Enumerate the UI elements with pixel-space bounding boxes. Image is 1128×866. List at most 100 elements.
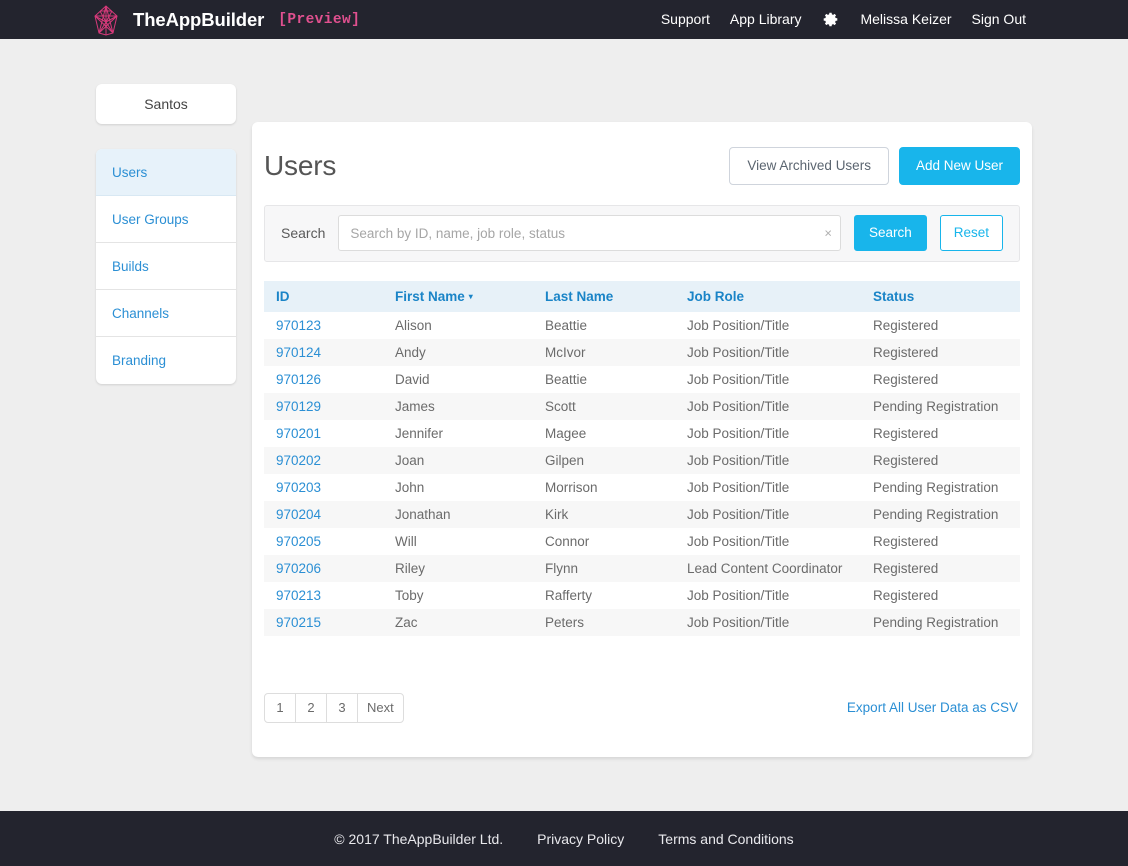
organisation-selector[interactable]: Santos: [96, 84, 236, 124]
sidebar-item-builds[interactable]: Builds: [96, 243, 236, 290]
user-id-link[interactable]: 970124: [276, 345, 321, 360]
cell-last-name: Scott: [545, 398, 576, 414]
cell-first-name: Jennifer: [395, 425, 444, 441]
footer-link-terms[interactable]: Terms and Conditions: [658, 831, 793, 847]
user-id-link[interactable]: 970215: [276, 615, 321, 630]
cell-job-role: Job Position/Title: [687, 533, 790, 549]
cell-job-role: Job Position/Title: [687, 614, 790, 630]
users-table: ID First Name ▾ Last Name Job Role Status: [264, 280, 1020, 636]
user-id-link[interactable]: 970126: [276, 372, 321, 387]
cell-last-name: McIvor: [545, 344, 586, 360]
column-header-id[interactable]: ID: [264, 280, 383, 312]
column-header-first-name[interactable]: First Name ▾: [383, 280, 533, 312]
pagination-page-1[interactable]: 1: [265, 693, 296, 722]
user-id-link[interactable]: 970123: [276, 318, 321, 333]
brand-preview-tag: [Preview]: [278, 11, 361, 28]
sidebar-item-users[interactable]: Users: [96, 149, 236, 196]
nav-link-app-library[interactable]: App Library: [720, 0, 812, 39]
cell-id: 970206: [264, 555, 383, 582]
clear-search-icon[interactable]: ×: [824, 227, 832, 240]
search-label: Search: [281, 225, 326, 241]
add-new-user-button[interactable]: Add New User: [898, 147, 1020, 185]
cell-id: 970213: [264, 582, 383, 609]
users-table-body: 970123 Alison Beattie Job Position/Title Reg…: [264, 311, 1020, 636]
panel-footer: 1 2 3 Next Export All User Data as CSV: [264, 692, 1020, 723]
cell-last-name: Flynn: [545, 560, 579, 576]
brand[interactable]: TheAppBuilder [Preview]: [88, 2, 360, 38]
nav-link-sign-out[interactable]: Sign Out: [962, 0, 1036, 39]
pagination-page-3[interactable]: 3: [327, 693, 358, 722]
cell-job-role: Job Position/Title: [687, 587, 790, 603]
export-csv-link[interactable]: Export All User Data as CSV: [847, 700, 1020, 715]
copyright-text: © 2017 TheAppBuilder Ltd.: [334, 830, 504, 847]
settings-button[interactable]: [811, 11, 850, 28]
brand-name: TheAppBuilder: [133, 8, 265, 30]
column-header-last-name[interactable]: Last Name: [533, 280, 675, 312]
table-row: 970129 James Scott Job Position/Title Pendin…: [264, 392, 1020, 420]
cell-first-name: Jonathan: [395, 506, 451, 522]
cell-id: 970129: [264, 393, 383, 420]
cell-last-name: Gilpen: [545, 452, 585, 468]
user-id-link[interactable]: 970201: [276, 426, 321, 441]
user-id-link[interactable]: 970203: [276, 480, 321, 495]
table-row: 970215 Zac Peters Job Position/Title Pending…: [264, 608, 1020, 636]
view-archived-users-button[interactable]: View Archived Users: [729, 147, 889, 185]
panel-header: Users View Archived Users Add New User: [264, 122, 1020, 205]
footer-link-privacy-policy[interactable]: Privacy Policy: [537, 831, 624, 847]
table-row: 970205 Will Connor Job Position/Title Regist…: [264, 527, 1020, 555]
pagination-page-2[interactable]: 2: [296, 693, 327, 722]
table-row: 970201 Jennifer Magee Job Position/Title Reg…: [264, 419, 1020, 447]
cell-job-role: Lead Content Coordinator: [687, 560, 843, 576]
pagination-next[interactable]: Next: [358, 694, 403, 722]
nav-link-user-name[interactable]: Melissa Keizer: [850, 0, 961, 39]
cell-last-name: Beattie: [545, 317, 588, 333]
column-header-label: Status: [873, 288, 915, 304]
reset-button[interactable]: Reset: [939, 215, 1003, 251]
cell-last-name: Peters: [545, 614, 585, 630]
sidebar-item-label: User Groups: [112, 212, 189, 227]
cell-first-name: James: [395, 398, 435, 414]
table-row: 970206 Riley Flynn Lead Content Coordinator…: [264, 554, 1020, 582]
column-header-label: First Name: [395, 288, 465, 304]
organisation-name: Santos: [144, 96, 188, 112]
page-title: Users: [264, 149, 337, 181]
page-footer: © 2017 TheAppBuilder Ltd. Privacy Policy…: [0, 811, 1128, 866]
search-input[interactable]: [338, 215, 841, 251]
column-header-status[interactable]: Status: [861, 280, 1020, 312]
page-body: Santos Users User Groups Builds Channels…: [0, 39, 1128, 811]
top-navigation-bar: TheAppBuilder [Preview] Support App Libr…: [0, 0, 1128, 39]
user-id-link[interactable]: 970205: [276, 534, 321, 549]
table-row: 970123 Alison Beattie Job Position/Title Reg…: [264, 311, 1020, 339]
sidebar: Santos Users User Groups Builds Channels…: [96, 84, 236, 384]
column-header-job-role[interactable]: Job Role: [675, 280, 861, 312]
user-id-link[interactable]: 970202: [276, 453, 321, 468]
cell-id: 970123: [264, 312, 383, 339]
nav-link-support[interactable]: Support: [651, 0, 720, 39]
cell-id: 970205: [264, 528, 383, 555]
column-header-label: Job Role: [687, 288, 745, 304]
cell-status: Pending Registration: [873, 614, 999, 630]
cell-job-role: Job Position/Title: [687, 479, 790, 495]
cell-id: 970201: [264, 420, 383, 447]
sidebar-item-label: Builds: [112, 259, 149, 274]
user-id-link[interactable]: 970204: [276, 507, 321, 522]
cell-id: 970204: [264, 501, 383, 528]
cell-first-name: David: [395, 371, 430, 387]
cell-last-name: Connor: [545, 533, 590, 549]
cell-status: Registered: [873, 533, 939, 549]
cell-first-name: Joan: [395, 452, 425, 468]
sidebar-item-label: Channels: [112, 306, 170, 321]
user-id-link[interactable]: 970129: [276, 399, 321, 414]
sidebar-item-branding[interactable]: Branding: [96, 337, 236, 384]
search-button[interactable]: Search: [853, 215, 927, 251]
cell-job-role: Job Position/Title: [687, 371, 790, 387]
user-id-link[interactable]: 970213: [276, 588, 321, 603]
column-header-label: ID: [276, 288, 290, 304]
users-panel: Users View Archived Users Add New User S…: [252, 122, 1032, 757]
sidebar-item-channels[interactable]: Channels: [96, 290, 236, 337]
user-id-link[interactable]: 970206: [276, 561, 321, 576]
table-row: 970204 Jonathan Kirk Job Position/Title Pend…: [264, 500, 1020, 528]
sidebar-item-user-groups[interactable]: User Groups: [96, 196, 236, 243]
cell-first-name: Riley: [395, 560, 426, 576]
table-row: 970202 Joan Gilpen Job Position/Title Regist…: [264, 446, 1020, 474]
